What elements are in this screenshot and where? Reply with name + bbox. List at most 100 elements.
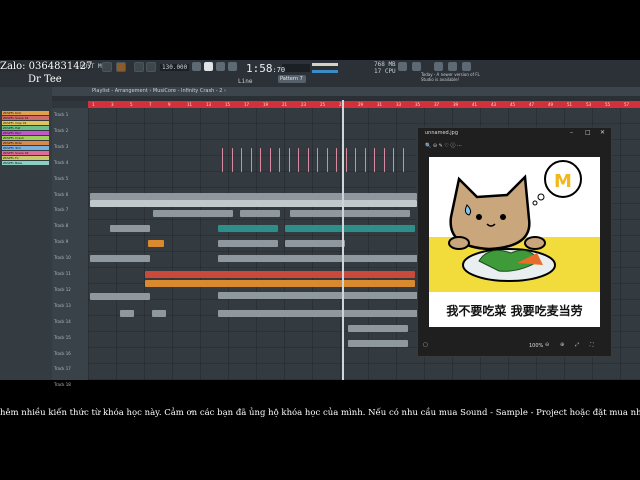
metronome-icon[interactable] [192,62,201,71]
track-label[interactable]: Track 14 [54,319,71,324]
view-toolbar-icons[interactable]: 🔍 ⊖ ✎ ♡ ⓘ ⋯ [425,142,462,149]
piano-roll-icon[interactable] [434,62,443,71]
pattern-clip[interactable] [90,200,417,207]
pattern-clip[interactable] [148,240,164,247]
minimize-icon[interactable]: – [570,129,573,136]
channel-item[interactable]: ZKSPFL Fx [2,156,49,160]
pattern-clip[interactable] [120,310,134,317]
wait-icon[interactable] [204,62,213,71]
pattern-clip[interactable] [110,225,150,232]
pattern-clip[interactable] [153,210,233,217]
main-toolbar: HOST MIDI 130.000 Line 768 MB 17 CPU [0,60,640,88]
loop-record-icon[interactable] [228,62,237,71]
pattern-clip[interactable] [90,193,417,200]
tempo-display[interactable]: 130.000 [160,64,190,71]
channel-item[interactable]: ZKSPFL Crash [2,136,49,140]
pattern-clip[interactable] [348,325,408,332]
channel-item[interactable]: ZKSPFL Clap 01 [2,121,49,125]
browser-icon[interactable] [398,62,407,71]
plugin-picker-icon[interactable] [462,62,471,71]
maximize-icon[interactable]: □ [585,129,591,136]
close-icon[interactable]: ✕ [600,129,605,136]
volume-slider[interactable] [312,63,338,66]
zoom-out-icon[interactable]: ⊖ [545,342,549,348]
note-marker [326,148,328,172]
countdown-icon[interactable] [216,62,225,71]
channel-item[interactable]: ZKSPFL Snare 02 [2,151,49,155]
pattern-clip[interactable] [290,210,410,217]
timeline-mark: 19 [263,102,269,107]
note-marker [222,148,223,172]
track-label[interactable]: Track 5 [54,176,68,181]
playlist-titlebar[interactable]: Playlist - Arrangement › MusiCore - Infi… [52,87,640,96]
note-marker [402,148,404,172]
track-label[interactable]: Track 1 [54,112,68,117]
viewer-title: unnamed.jpg [425,130,459,136]
timeline-mark: 5 [130,102,133,107]
play-button[interactable] [134,62,144,72]
fullscreen-icon[interactable]: ⛶ [590,342,594,348]
track-label[interactable]: Track 9 [54,239,68,244]
channel-item[interactable]: ZKSPFL Kick [2,111,49,115]
pattern-clip[interactable] [218,225,278,232]
track-label[interactable]: Track 12 [54,287,71,292]
timeline-mark: 41 [472,102,478,107]
zoom-level[interactable]: 100% [529,343,543,349]
channel-item[interactable]: ZKSPFL Bass [2,161,49,165]
track-label[interactable]: Track 2 [54,128,68,133]
track-label[interactable]: Track 7 [54,207,68,212]
mixer-icon[interactable] [412,62,421,71]
info-icon[interactable]: ▢ [423,342,428,348]
pattern-clip[interactable] [285,240,345,247]
timeline-mark: 17 [244,102,250,107]
pattern-clip[interactable] [90,293,150,300]
track-label[interactable]: Track 18 [54,382,71,387]
track-label[interactable]: Track 11 [54,271,71,276]
track-label[interactable]: Track 4 [54,160,68,165]
pattern-clip[interactable] [218,255,418,262]
note-marker [288,148,290,172]
pattern-clip[interactable] [218,240,278,247]
track-label[interactable]: Track 15 [54,335,71,340]
pitch-slider[interactable] [312,70,338,73]
channel-item[interactable]: ZKSPFL Ride [2,141,49,145]
pattern-clip[interactable] [145,271,415,278]
song-time-display[interactable]: 1:58:70 [246,62,285,75]
zoom-in-icon[interactable]: ⊕ [560,342,564,348]
fit-icon[interactable]: ⤢ [575,342,579,348]
pattern-clip[interactable] [218,310,418,317]
timeline-mark: 29 [358,102,364,107]
track-label[interactable]: Track 16 [54,351,71,356]
pattern-clip[interactable] [285,225,415,232]
snap-label[interactable]: Line [238,78,252,85]
pattern-clip[interactable] [240,210,280,217]
pattern-selector[interactable]: Pattern 7 [278,75,306,83]
playhead[interactable] [342,100,344,380]
channel-item[interactable]: ZKSPFL Tom [2,146,49,150]
timeline-mark: 15 [225,102,231,107]
note-marker [317,148,318,172]
record-button[interactable] [102,62,112,72]
track-label[interactable]: Track 17 [54,366,71,371]
channel-rack-icon[interactable] [448,62,457,71]
channel-item[interactable]: ZKSPFL Snare 01 [2,116,49,120]
track-label[interactable]: Track 10 [54,255,71,260]
track-label[interactable]: Track 6 [54,192,68,197]
pattern-clip[interactable] [152,310,166,317]
track-label[interactable]: Track 13 [54,303,71,308]
timeline-mark: 33 [396,102,402,107]
timeline-mark: 39 [453,102,459,107]
pattern-clip[interactable] [145,280,415,287]
channel-item[interactable]: ZKSPFL Hat [2,126,49,130]
update-notice[interactable]: Today - A newer version of FL Studio is … [421,72,481,82]
pattern-clip[interactable] [348,340,408,347]
pat-song-toggle[interactable] [116,62,126,72]
pattern-clip[interactable] [218,292,418,299]
channel-item[interactable]: ZKSPFL Perc [2,131,49,135]
stop-button[interactable] [146,62,156,72]
track-label[interactable]: Track 3 [54,144,68,149]
timeline-ruler[interactable]: 1357911131517192123252729313335373941434… [88,101,640,108]
note-marker [345,148,347,172]
track-label[interactable]: Track 8 [54,223,68,228]
pattern-clip[interactable] [90,255,150,262]
